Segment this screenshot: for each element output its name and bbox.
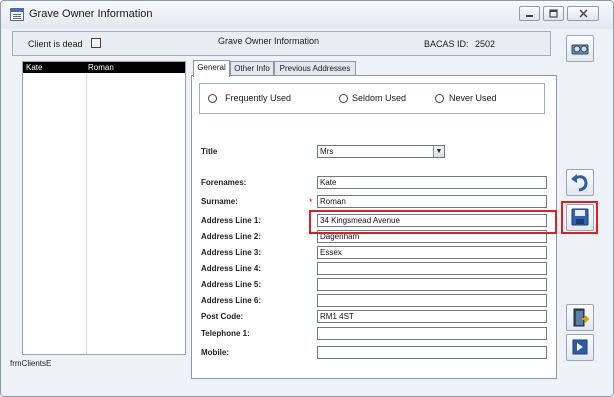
address-line-4-field[interactable]: [317, 262, 547, 275]
address-line-3-field[interactable]: Essex: [317, 246, 547, 259]
next-record-button[interactable]: [566, 334, 594, 361]
frequently-used-radio[interactable]: [208, 94, 217, 103]
maximize-icon: [549, 9, 558, 18]
client-forename: Kate: [26, 63, 43, 72]
address-line-6-label: Address Line 6:: [201, 296, 262, 305]
client-is-dead-checkbox[interactable]: [91, 38, 101, 48]
grave-owner-window: Grave Owner Information Client is dead G…: [0, 0, 614, 397]
tab-other-info[interactable]: Other Info: [230, 61, 274, 76]
minimize-button[interactable]: [519, 6, 540, 21]
address-line-1-field[interactable]: 34 Kingsmead Avenue: [317, 214, 547, 227]
address-line-5-field[interactable]: [317, 278, 547, 291]
search-button[interactable]: [566, 35, 594, 62]
save-icon: [571, 208, 589, 226]
seldom-used-label: Seldom Used: [352, 93, 407, 103]
minimize-icon: [526, 15, 533, 17]
mobile-field[interactable]: [317, 346, 547, 359]
client-is-dead-label: Client is dead: [28, 39, 83, 49]
tab-previous-addresses[interactable]: Previous Addresses: [274, 61, 356, 76]
close-button[interactable]: [567, 6, 599, 21]
required-star: *: [309, 197, 313, 207]
next-icon: [572, 339, 588, 355]
exit-button[interactable]: [566, 304, 594, 331]
address-line-2-label: Address Line 2:: [201, 232, 262, 241]
never-used-radio[interactable]: [435, 94, 444, 103]
column-divider: [86, 73, 87, 354]
frequency-option-group: Frequently Used Seldom Used Never Used: [199, 83, 545, 114]
chevron-down-icon[interactable]: ▼: [433, 146, 444, 157]
client-surname: Roman: [88, 63, 114, 72]
mobile-label: Mobile:: [201, 348, 229, 357]
save-button[interactable]: [566, 204, 594, 231]
address-line-5-label: Address Line 5:: [201, 280, 262, 289]
title-label: Title: [201, 147, 218, 156]
title-select-value: Mrs: [320, 147, 334, 156]
bacas-id-value: 2502: [475, 39, 496, 49]
title-bar: Grave Owner Information: [1, 1, 613, 29]
exit-door-icon: [573, 308, 590, 327]
title-select[interactable]: Mrs ▼: [317, 145, 445, 158]
seldom-used-radio[interactable]: [339, 94, 348, 103]
address-line-1-label: Address Line 1:: [201, 216, 262, 225]
close-icon: [578, 9, 588, 18]
forenames-label: Forenames:: [201, 178, 247, 187]
never-used-label: Never Used: [449, 93, 497, 103]
frequently-used-label: Frequently Used: [225, 93, 292, 103]
post-code-label: Post Code:: [201, 312, 244, 321]
address-line-3-label: Address Line 3:: [201, 248, 262, 257]
undo-button[interactable]: [566, 169, 594, 196]
address-line-4-label: Address Line 4:: [201, 264, 262, 273]
address-line-6-field[interactable]: [317, 294, 547, 307]
tab-general[interactable]: General: [193, 60, 230, 77]
form-app-icon: [10, 8, 24, 21]
window-title: Grave Owner Information: [29, 8, 153, 20]
telephone-1-label: Telephone 1:: [201, 329, 250, 338]
client-list[interactable]: Kate Roman: [22, 61, 186, 355]
telephone-1-field[interactable]: [317, 327, 547, 340]
list-item[interactable]: Kate Roman: [23, 62, 185, 73]
undo-icon: [571, 174, 588, 192]
surname-label: Surname:: [201, 197, 238, 206]
forenames-field[interactable]: Kate: [317, 176, 547, 189]
maximize-button[interactable]: [543, 6, 564, 21]
post-code-field[interactable]: RM1 4ST: [317, 310, 547, 323]
surname-field[interactable]: Roman: [317, 195, 547, 208]
bacas-id-label: BACAS ID:: [424, 39, 469, 49]
section-title: Grave Owner Information: [218, 36, 320, 46]
search-icon: [571, 44, 589, 55]
form-name-label: frmClientsE: [10, 359, 52, 368]
address-line-2-field[interactable]: Dagenham: [317, 230, 547, 243]
